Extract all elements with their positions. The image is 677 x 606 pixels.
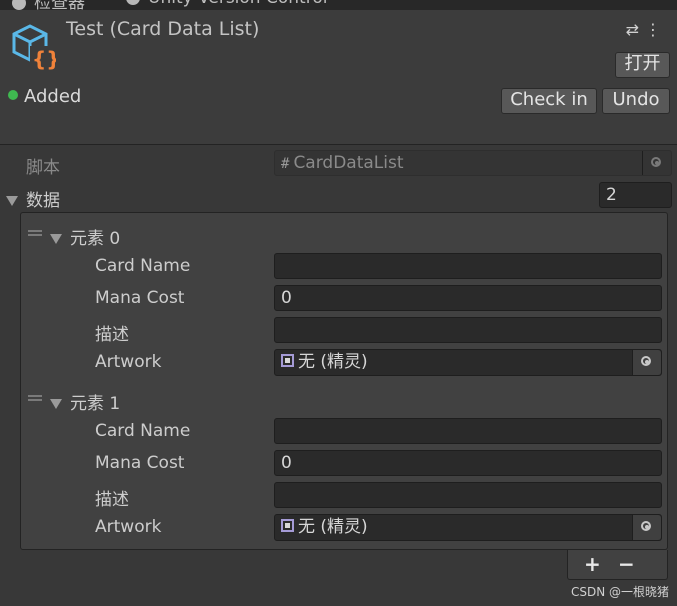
- foldout-arrow-icon: [50, 399, 62, 409]
- card-name-label: Card Name: [95, 421, 191, 441]
- added-status-icon: [8, 90, 18, 100]
- list-size-field[interactable]: 2: [599, 182, 672, 208]
- script-label: 脚本: [26, 158, 60, 178]
- sprite-icon: [281, 353, 294, 367]
- version-control-icon: [126, 0, 140, 5]
- remove-element-button[interactable]: −: [618, 552, 635, 576]
- svg-text:{}: {}: [32, 47, 56, 71]
- header-actions: ⇄⋮: [626, 20, 667, 39]
- element-1-foldout[interactable]: 元素 1: [50, 389, 120, 414]
- undo-button[interactable]: Undo: [602, 88, 670, 114]
- description-input[interactable]: [274, 317, 662, 343]
- drag-handle-icon[interactable]: [28, 395, 42, 401]
- card-name-input[interactable]: [274, 418, 662, 444]
- description-label: 描述: [95, 325, 129, 345]
- card-name-input[interactable]: [274, 253, 662, 279]
- more-menu-icon[interactable]: ⋮: [645, 20, 667, 39]
- element-0-foldout[interactable]: 元素 0: [50, 224, 120, 249]
- card-name-label: Card Name: [95, 256, 191, 276]
- data-foldout[interactable]: 数据: [6, 186, 60, 211]
- tab-version-control[interactable]: Unity Version Control: [126, 0, 327, 8]
- foldout-arrow-icon: [6, 196, 18, 206]
- artwork-label: Artwork: [95, 517, 162, 537]
- description-label: 描述: [95, 490, 129, 510]
- drag-handle-icon[interactable]: [28, 230, 42, 236]
- open-button[interactable]: 打开: [615, 52, 670, 78]
- script-file-icon: #: [281, 156, 290, 172]
- foldout-arrow-icon: [50, 234, 62, 244]
- script-picker-icon: [642, 151, 671, 175]
- tab-inspector[interactable]: 检查器: [12, 0, 85, 10]
- info-icon: [12, 0, 26, 10]
- add-element-button[interactable]: +: [584, 552, 601, 576]
- list-footer: + −: [567, 550, 668, 580]
- inspector-header: {} Test (Card Data List) ⇄⋮ 打开 Added Che…: [0, 10, 677, 145]
- mana-cost-input[interactable]: 0: [274, 285, 662, 311]
- asset-title: Test (Card Data List): [66, 18, 260, 40]
- object-picker-icon[interactable]: [632, 515, 661, 540]
- scriptable-object-icon: {}: [12, 24, 56, 71]
- mana-cost-input[interactable]: 0: [274, 450, 662, 476]
- artwork-object-field[interactable]: 无 (精灵): [274, 514, 662, 541]
- artwork-label: Artwork: [95, 352, 162, 372]
- artwork-object-field[interactable]: 无 (精灵): [274, 349, 662, 376]
- watermark: CSDN @一根晓猪: [570, 585, 669, 599]
- mana-cost-label: Mana Cost: [95, 453, 185, 473]
- sprite-icon: [281, 518, 294, 532]
- vcs-status: Added: [8, 86, 81, 107]
- object-picker-icon[interactable]: [632, 350, 661, 375]
- script-field: # CardDataList: [274, 150, 672, 176]
- mana-cost-label: Mana Cost: [95, 288, 185, 308]
- tab-bar: 检查器 Unity Version Control: [0, 0, 677, 10]
- description-input[interactable]: [274, 482, 662, 508]
- check-in-button[interactable]: Check in: [501, 88, 597, 114]
- settings-sliders-icon[interactable]: ⇄: [626, 20, 645, 39]
